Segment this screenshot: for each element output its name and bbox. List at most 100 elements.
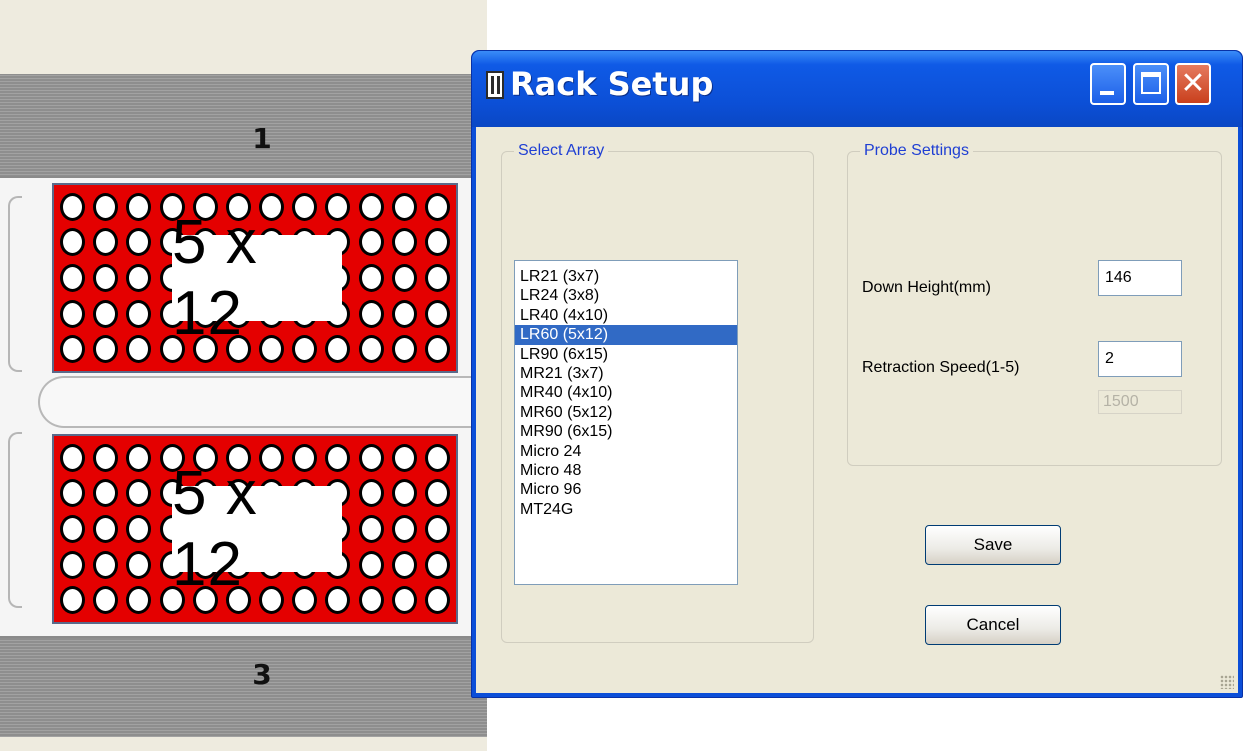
tray-rail bbox=[38, 376, 487, 428]
rack-well bbox=[93, 586, 119, 615]
probe-settings-legend: Probe Settings bbox=[860, 142, 973, 160]
rack-well bbox=[391, 263, 417, 292]
rack-well bbox=[60, 479, 86, 508]
rack-well bbox=[391, 335, 417, 364]
array-size-label: 5 x 12 bbox=[172, 208, 342, 348]
rack-well bbox=[424, 479, 450, 508]
rack-well bbox=[126, 443, 152, 472]
rack-well bbox=[424, 228, 450, 257]
rack-well bbox=[358, 550, 384, 579]
rack-well bbox=[126, 335, 152, 364]
array-type-listbox[interactable]: LR21 (3x7) LR24 (3x8) LR40 (4x10) LR60 (5x1… bbox=[514, 260, 738, 585]
array-list-item[interactable]: LR40 (4x10) bbox=[515, 306, 737, 325]
rack-well bbox=[424, 586, 450, 615]
rack-well bbox=[358, 299, 384, 328]
rack-well bbox=[391, 228, 417, 257]
rack-well bbox=[391, 550, 417, 579]
rack-well bbox=[358, 443, 384, 472]
rack-well bbox=[60, 299, 86, 328]
cancel-button[interactable]: Cancel bbox=[925, 605, 1061, 645]
down-height-input[interactable] bbox=[1098, 260, 1182, 296]
rack-well bbox=[93, 514, 119, 543]
rack-well bbox=[60, 586, 86, 615]
rack-well bbox=[93, 550, 119, 579]
save-button[interactable]: Save bbox=[925, 525, 1061, 565]
rack-well bbox=[60, 192, 86, 221]
rack-app-icon bbox=[486, 71, 504, 99]
rack-well bbox=[93, 479, 119, 508]
rack-well bbox=[391, 514, 417, 543]
rack-well bbox=[391, 299, 417, 328]
rack-well bbox=[126, 586, 152, 615]
rack-well bbox=[358, 192, 384, 221]
rack-well bbox=[93, 263, 119, 292]
close-button[interactable]: ✕ bbox=[1175, 63, 1211, 105]
rack-well bbox=[391, 586, 417, 615]
down-height-label: Down Height(mm) bbox=[862, 279, 991, 296]
rack-well bbox=[126, 514, 152, 543]
rack-well bbox=[424, 192, 450, 221]
rack-well bbox=[126, 479, 152, 508]
array-list-item[interactable]: Micro 96 bbox=[515, 480, 737, 499]
rack-well bbox=[93, 299, 119, 328]
probe-settings-group: Probe Settings bbox=[847, 142, 1222, 466]
tray-edge-top bbox=[8, 196, 22, 372]
rack-well bbox=[391, 192, 417, 221]
dialog-client-area: Select Array LR21 (3x7) LR24 (3x8) LR40 (4… bbox=[476, 127, 1238, 693]
rack-well bbox=[424, 550, 450, 579]
rack-well bbox=[424, 263, 450, 292]
rack-position-number-bottom: 3 bbox=[252, 658, 272, 691]
rack-well bbox=[126, 263, 152, 292]
select-array-legend: Select Array bbox=[514, 142, 609, 160]
rack-well bbox=[424, 335, 450, 364]
rack-setup-dialog: Rack Setup ✕ Select Array LR21 (3x7) LR24… bbox=[471, 50, 1243, 698]
tray-edge-bottom bbox=[8, 432, 22, 608]
rack-well bbox=[60, 335, 86, 364]
maximize-icon bbox=[1141, 72, 1161, 94]
rack-well bbox=[391, 479, 417, 508]
rack-well bbox=[60, 263, 86, 292]
rack-well bbox=[60, 443, 86, 472]
rack-well bbox=[93, 335, 119, 364]
dialog-title: Rack Setup bbox=[510, 65, 714, 103]
rack-well bbox=[126, 228, 152, 257]
rack-well bbox=[391, 443, 417, 472]
array-list-item[interactable]: LR24 (3x8) bbox=[515, 286, 737, 305]
rack-position-number-top: 1 bbox=[252, 122, 272, 155]
minimize-button[interactable] bbox=[1090, 63, 1126, 105]
disabled-value-field bbox=[1098, 390, 1182, 414]
rack-well bbox=[93, 192, 119, 221]
rack-well bbox=[424, 443, 450, 472]
rack-array-top[interactable]: 5 x 12 bbox=[52, 183, 458, 373]
rack-well bbox=[358, 263, 384, 292]
rack-well bbox=[126, 192, 152, 221]
array-list-item[interactable]: LR90 (6x15) bbox=[515, 345, 737, 364]
rack-well bbox=[358, 586, 384, 615]
rack-array-bottom[interactable]: 5 x 12 bbox=[52, 434, 458, 624]
close-icon: ✕ bbox=[1180, 66, 1206, 101]
rack-well bbox=[60, 228, 86, 257]
retraction-speed-input[interactable] bbox=[1098, 341, 1182, 377]
rack-well bbox=[60, 550, 86, 579]
title-bar[interactable]: Rack Setup ✕ bbox=[472, 51, 1242, 127]
rack-well bbox=[358, 335, 384, 364]
array-list-item[interactable]: MR60 (5x12) bbox=[515, 403, 737, 422]
rack-well bbox=[424, 299, 450, 328]
maximize-button[interactable] bbox=[1133, 63, 1169, 105]
rack-well bbox=[93, 443, 119, 472]
array-list-item[interactable]: MR21 (3x7) bbox=[515, 364, 737, 383]
rack-well bbox=[358, 479, 384, 508]
array-list-item[interactable]: Micro 48 bbox=[515, 461, 737, 480]
array-list-item[interactable]: Micro 24 bbox=[515, 442, 737, 461]
array-list-item[interactable]: MT24G bbox=[515, 500, 737, 519]
resize-grip[interactable] bbox=[1220, 675, 1234, 689]
rack-layout-view: 1 3 5 x 12 5 x 12 bbox=[0, 0, 487, 751]
minimize-icon bbox=[1100, 91, 1114, 95]
retraction-speed-label: Retraction Speed(1-5) bbox=[862, 359, 1020, 376]
array-list-item[interactable]: LR60 (5x12) bbox=[515, 325, 737, 345]
array-list-item[interactable]: LR21 (3x7) bbox=[515, 267, 737, 286]
rack-well bbox=[126, 550, 152, 579]
array-list-item[interactable]: MR90 (6x15) bbox=[515, 422, 737, 441]
rack-well bbox=[60, 514, 86, 543]
array-list-item[interactable]: MR40 (4x10) bbox=[515, 383, 737, 402]
